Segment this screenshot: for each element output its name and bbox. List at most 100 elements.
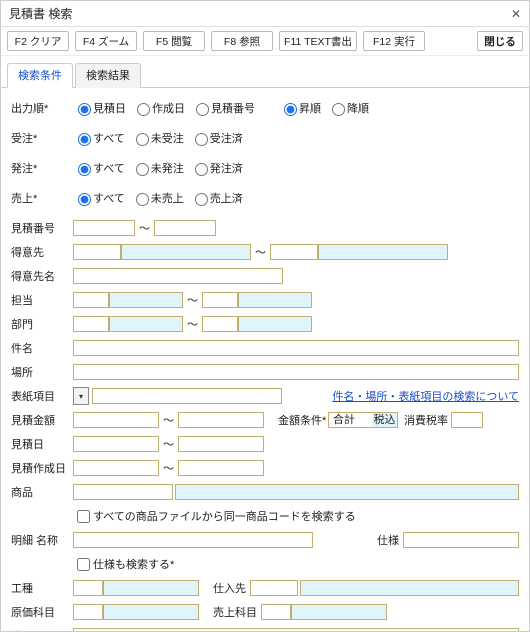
label-haccyu: 発注* (11, 160, 73, 176)
spec-input[interactable] (403, 532, 519, 548)
cost-code[interactable] (73, 604, 103, 620)
radio-haccyu-done[interactable]: 発注済 (190, 160, 243, 176)
f5-browse-button[interactable]: F5 閲覧 (143, 31, 205, 51)
check-spec-search[interactable]: 仕様も検索する* (73, 555, 174, 574)
est-create-to[interactable] (178, 460, 264, 476)
label-sales-acc: 売上科目 (213, 604, 257, 620)
est-amount-from[interactable] (73, 412, 159, 428)
content-area: 出力順* 見積日 作成日 見積番号 昇順 降順 受注* すべて 未受注 受注済 … (1, 88, 529, 631)
haccyu-group: すべて 未発注 発注済 (73, 160, 249, 176)
label-place: 場所 (11, 364, 73, 380)
radio-jucyu-not[interactable]: 未受注 (131, 130, 184, 146)
customer-name-from[interactable] (121, 244, 251, 260)
label-subject: 件名 (11, 340, 73, 356)
supplier-name[interactable] (300, 580, 519, 596)
label-cover-item: 表紙項目 (11, 388, 73, 404)
tilde-icon: ～ (187, 292, 198, 308)
jucyu-group: すべて 未受注 受注済 (73, 130, 249, 146)
radio-haccyu-not[interactable]: 未発注 (131, 160, 184, 176)
staff-code-to[interactable] (202, 292, 238, 308)
detail-name-input[interactable] (73, 532, 313, 548)
est-date-to[interactable] (178, 436, 264, 452)
label-uriage: 売上* (11, 190, 73, 206)
excise-rate-input[interactable] (451, 412, 483, 428)
cover-item-dropdown[interactable]: ▾ (73, 387, 89, 405)
label-customer-name: 得意先名 (11, 268, 73, 284)
customer-code-to[interactable] (270, 244, 318, 260)
tab-search-conditions[interactable]: 検索条件 (7, 63, 73, 88)
staff-code-from[interactable] (73, 292, 109, 308)
f11-textout-button[interactable]: F11 TEXT書出 (279, 31, 357, 51)
label-supplier: 仕入先 (213, 580, 246, 596)
label-staff: 担当 (11, 292, 73, 308)
tilde-icon: ～ (255, 244, 266, 260)
f8-ref-button[interactable]: F8 参照 (211, 31, 273, 51)
label-cost-dept: 原価科目 (11, 604, 73, 620)
product-name-input[interactable] (175, 484, 519, 500)
radio-haccyu-all[interactable]: すべて (73, 160, 125, 176)
tab-search-results[interactable]: 検索結果 (75, 63, 141, 88)
radio-jucyu-done[interactable]: 受注済 (190, 130, 243, 146)
tilde-icon: ～ (163, 460, 174, 476)
radio-desc[interactable]: 降順 (327, 100, 369, 116)
customer-name-input[interactable] (73, 268, 283, 284)
help-link[interactable]: 件名・場所・表紙項目の検索について (332, 388, 519, 404)
label-jucyu: 受注* (11, 130, 73, 146)
radio-create-date[interactable]: 作成日 (132, 100, 185, 116)
est-amount-to[interactable] (178, 412, 264, 428)
sales-acc-code[interactable] (261, 604, 291, 620)
dept-name-to[interactable] (238, 316, 312, 332)
dept-code-from[interactable] (73, 316, 109, 332)
dept-code-to[interactable] (202, 316, 238, 332)
output-order-group: 見積日 作成日 見積番号 昇順 降順 (73, 100, 375, 116)
estimate-no-to[interactable] (154, 220, 216, 236)
dept-name-from[interactable] (109, 316, 183, 332)
customer-name-to[interactable] (318, 244, 448, 260)
radio-est-no[interactable]: 見積番号 (191, 100, 255, 116)
sales-acc-name[interactable] (291, 604, 387, 620)
work-type-name[interactable] (103, 580, 199, 596)
amount-cond-select[interactable]: 合計 税込 (328, 412, 398, 428)
remarks-input[interactable] (73, 628, 519, 631)
radio-uriage-all[interactable]: すべて (73, 190, 125, 206)
staff-name-to[interactable] (238, 292, 312, 308)
radio-asc[interactable]: 昇順 (279, 100, 321, 116)
f2-clear-button[interactable]: F2 クリア (7, 31, 69, 51)
cover-item-input[interactable] (92, 388, 282, 404)
radio-uriage-not[interactable]: 未売上 (131, 190, 184, 206)
label-detail-name: 明細 名称 (11, 532, 73, 548)
est-create-from[interactable] (73, 460, 159, 476)
subject-input[interactable] (73, 340, 519, 356)
label-work-type: 工種 (11, 580, 73, 596)
label-output-order: 出力順* (11, 100, 73, 116)
f12-exec-button[interactable]: F12 実行 (363, 31, 425, 51)
f4-zoom-button[interactable]: F4 ズーム (75, 31, 137, 51)
close-icon[interactable]: ✕ (511, 7, 521, 21)
label-amount-cond: 金額条件* (278, 412, 328, 428)
est-date-from[interactable] (73, 436, 159, 452)
window-title: 見積書 検索 (9, 5, 72, 22)
label-product: 商品 (11, 484, 73, 500)
label-estimate-no: 見積番号 (11, 220, 73, 236)
close-button[interactable]: 閉じる (477, 31, 523, 51)
tilde-icon: ～ (187, 316, 198, 332)
uriage-group: すべて 未売上 売上済 (73, 190, 249, 206)
label-remarks: 備考 (11, 628, 73, 631)
supplier-code[interactable] (250, 580, 298, 596)
customer-code-from[interactable] (73, 244, 121, 260)
radio-jucyu-all[interactable]: すべて (73, 130, 125, 146)
product-code-input[interactable] (73, 484, 173, 500)
label-est-date: 見積日 (11, 436, 73, 452)
radio-est-date[interactable]: 見積日 (73, 100, 126, 116)
place-input[interactable] (73, 364, 519, 380)
cost-name[interactable] (103, 604, 199, 620)
label-customer: 得意先 (11, 244, 73, 260)
radio-uriage-done[interactable]: 売上済 (190, 190, 243, 206)
work-type-code[interactable] (73, 580, 103, 596)
label-est-create: 見積作成日 (11, 460, 73, 476)
check-all-product-files[interactable]: すべての商品ファイルから同一商品コードを検索する (73, 507, 356, 526)
tab-bar: 検索条件 検索結果 (1, 56, 529, 88)
staff-name-from[interactable] (109, 292, 183, 308)
estimate-no-from[interactable] (73, 220, 135, 236)
label-excise: 消費税率 (404, 412, 448, 428)
